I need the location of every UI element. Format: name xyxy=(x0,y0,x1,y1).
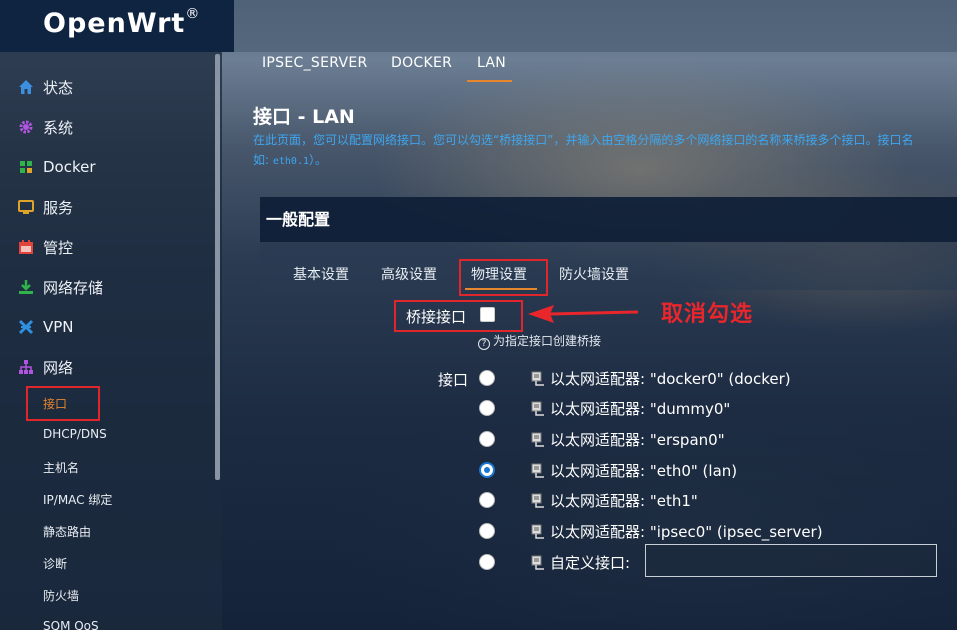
sidebar-item-label: 网络存储 xyxy=(43,278,104,297)
interface-option-docker0: 以太网适配器: "docker0" (docker) xyxy=(531,368,791,389)
page-description: 在此页面，您可以配置网络接口。您可以勾选“桥接接口”，并输入由空格分隔的多个网络… xyxy=(253,133,914,147)
sidebar-item-label: 网络 xyxy=(43,358,74,377)
highlight-box-interfaces xyxy=(26,386,100,421)
sidebar-subitem-diagnostics[interactable]: 诊断 xyxy=(43,555,67,572)
highlight-box-bridge xyxy=(394,300,523,332)
interface-option-eth1: 以太网适配器: "eth1" xyxy=(531,490,698,511)
sidebar-item-docker[interactable]: Docker xyxy=(18,155,96,179)
annotation-uncheck: 取消勾选 xyxy=(661,302,754,327)
ethernet-icon xyxy=(531,493,544,508)
interface-option-dummy0: 以太网适配器: "dummy0" xyxy=(531,398,730,419)
sidebar-item-nas[interactable]: 网络存储 xyxy=(18,275,103,299)
arrow-annotation-icon xyxy=(528,305,639,323)
sidebar-subitem-firewall[interactable]: 防火墙 xyxy=(43,587,79,604)
ethernet-icon xyxy=(531,555,544,570)
gear-icon xyxy=(18,119,34,135)
vpn-icon xyxy=(18,319,34,335)
sidebar-subitem-ip-mac-binding[interactable]: IP/MAC 绑定 xyxy=(43,491,112,508)
sidebar-item-label: 管控 xyxy=(43,238,74,257)
sidebar-item-vpn[interactable]: VPN xyxy=(18,315,74,339)
ethernet-icon xyxy=(531,463,544,478)
calendar-icon xyxy=(18,239,34,255)
tab-advanced-settings[interactable]: 高级设置 xyxy=(381,264,437,284)
sidebar-item-label: 服务 xyxy=(43,198,74,217)
tab-docker[interactable]: DOCKER xyxy=(391,55,452,71)
ethernet-icon xyxy=(531,524,544,539)
sidebar-item-control[interactable]: 管控 xyxy=(18,235,73,259)
brand-logo[interactable]: OpenWrt® xyxy=(43,6,200,39)
interface-radio-docker0[interactable] xyxy=(479,370,495,386)
sidebar-subitem-dhcp-dns[interactable]: DHCP/DNS xyxy=(43,427,107,441)
ethernet-icon xyxy=(531,432,544,447)
help-icon: ? xyxy=(478,338,490,350)
docker-grid-icon xyxy=(18,159,34,175)
tab-basic-settings[interactable]: 基本设置 xyxy=(293,264,349,284)
sidebar-item-network[interactable]: 网络 xyxy=(18,355,73,379)
download-icon xyxy=(18,279,34,295)
interface-radio-eth0[interactable] xyxy=(479,462,495,478)
bridge-help-text: ? 为指定接口创建桥接 xyxy=(478,332,601,350)
interface-radio-ipsec0[interactable] xyxy=(479,523,495,539)
sidebar-subitem-sqm-qos[interactable]: SQM QoS xyxy=(43,619,99,630)
ethernet-icon xyxy=(531,401,544,416)
header-bar xyxy=(234,0,957,52)
ethernet-icon xyxy=(531,371,544,386)
tab-ipsec-server[interactable]: IPSEC_SERVER xyxy=(262,55,368,71)
sidebar-item-label: VPN xyxy=(43,318,74,336)
sidebar-item-status[interactable]: 状态 xyxy=(18,75,73,99)
section-header xyxy=(260,197,957,242)
sidebar-item-label: 状态 xyxy=(43,78,74,97)
page-description-example: 如: eth0.1）。 xyxy=(253,153,327,167)
interface-radio-erspan0[interactable] xyxy=(479,431,495,447)
interface-option-custom: 自定义接口: xyxy=(531,552,630,573)
services-icon xyxy=(18,199,34,215)
section-title: 一般配置 xyxy=(266,210,331,229)
home-icon xyxy=(18,79,34,95)
sidebar-subitem-hostnames[interactable]: 主机名 xyxy=(43,459,79,476)
active-tab-indicator xyxy=(467,80,512,82)
interface-radio-eth1[interactable] xyxy=(479,492,495,508)
interface-radio-custom[interactable] xyxy=(479,554,495,570)
highlight-box-physical-settings xyxy=(459,259,548,296)
interface-option-erspan0: 以太网适配器: "erspan0" xyxy=(531,429,725,450)
interface-label: 接口 xyxy=(438,371,469,389)
custom-interface-input[interactable] xyxy=(645,544,937,577)
sidebar-item-system[interactable]: 系统 xyxy=(18,115,73,139)
sidebar-scrollbar[interactable] xyxy=(215,54,220,480)
tab-lan[interactable]: LAN xyxy=(477,55,506,71)
tab-firewall-settings[interactable]: 防火墙设置 xyxy=(559,264,629,284)
sidebar-item-services[interactable]: 服务 xyxy=(18,195,73,219)
page-title: 接口 - LAN xyxy=(253,106,355,128)
sidebar-item-label: 系统 xyxy=(43,118,74,137)
network-icon xyxy=(18,359,34,375)
interface-radio-dummy0[interactable] xyxy=(479,400,495,416)
interface-option-eth0: 以太网适配器: "eth0" (lan) xyxy=(531,460,737,481)
interface-option-ipsec0: 以太网适配器: "ipsec0" (ipsec_server) xyxy=(531,521,823,542)
sidebar-subitem-static-routes[interactable]: 静态路由 xyxy=(43,523,91,540)
sidebar-item-label: Docker xyxy=(43,158,96,176)
